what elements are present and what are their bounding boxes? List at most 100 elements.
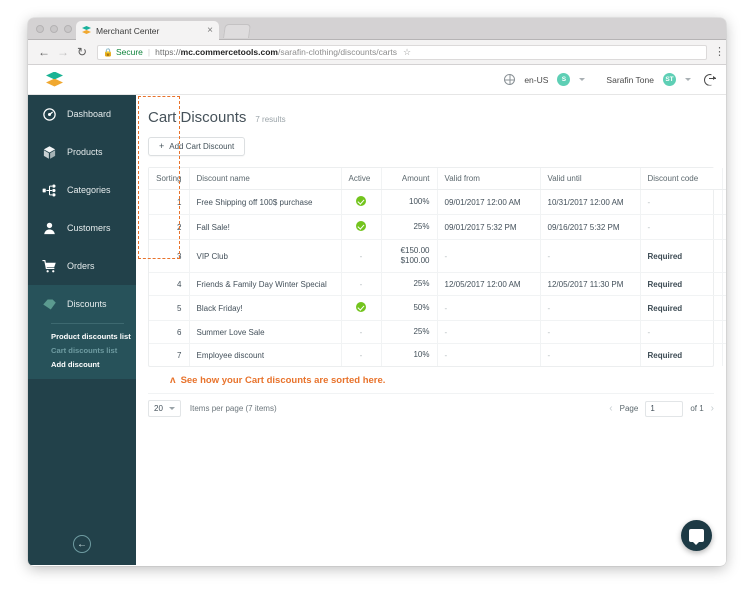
maximize-window-button[interactable] [64, 25, 72, 33]
cell-valid-from: - [437, 239, 541, 273]
sidebar-item-cart-discounts-list[interactable]: Cart discounts list [51, 343, 136, 357]
sidebar-item-dashboard[interactable]: Dashboard [28, 95, 136, 133]
reload-icon[interactable]: ↻ [74, 44, 90, 60]
close-window-button[interactable] [36, 25, 44, 33]
bookmark-star-icon[interactable]: ☆ [403, 47, 411, 58]
lock-icon: 🔒 [103, 47, 113, 57]
sidebar-collapse-button[interactable]: ← [28, 535, 136, 553]
sidebar-subnav-discounts: Product discounts list Cart discounts li… [28, 323, 136, 379]
cell-valid-from: - [437, 320, 541, 344]
cell-sorting: 3 [149, 239, 190, 273]
browser-window: Merchant Center × ← → ↻ 🔒 Secure | https… [28, 18, 726, 566]
cart-discounts-table-wrapper: Sorting Discount name Active Amount Vali… [138, 96, 726, 367]
table-row[interactable]: 3 VIP Club - €150.00 $100.00 - - Require… [149, 239, 726, 273]
amount-primary: 100% [409, 197, 430, 206]
cell-amount: 100% [381, 189, 438, 215]
cell-discount-name: Free Shipping off 100$ purchase [189, 189, 342, 215]
cell-spacer [722, 320, 726, 344]
page-navigation: ‹ Page of 1 › [609, 400, 714, 417]
amount-primary: €150.00 [400, 246, 430, 255]
table-row[interactable]: 6 Summer Love Sale - 25% - - - [149, 320, 726, 344]
cell-valid-until: - [540, 239, 641, 273]
browser-tab[interactable]: Merchant Center × [76, 21, 219, 40]
column-header-amount[interactable]: Amount [381, 168, 438, 190]
column-header-discount-code[interactable]: Discount code [640, 168, 723, 190]
user-avatar[interactable]: ST [663, 73, 676, 86]
forward-icon: → [57, 45, 69, 59]
locale-label[interactable]: en-US [524, 75, 548, 85]
sidebar-item-discounts[interactable]: Discounts [28, 285, 136, 323]
box-icon [41, 144, 57, 160]
project-chevron-down-icon[interactable] [579, 78, 586, 81]
cell-discount-code: Required [640, 272, 723, 296]
cell-sorting: 1 [149, 189, 190, 215]
items-per-page-value: 20 [154, 404, 163, 413]
logout-icon[interactable] [704, 73, 716, 86]
column-header-valid-from[interactable]: Valid from [437, 168, 541, 190]
page-title: Cart Discounts [148, 109, 247, 126]
back-icon[interactable]: ← [36, 44, 52, 60]
sidebar-item-customers[interactable]: Customers [28, 209, 136, 247]
browser-menu-icon[interactable]: ⋮ [714, 46, 725, 57]
items-per-page-label: Items per page (7 items) [189, 404, 277, 413]
sidebar-item-products[interactable]: Products [28, 133, 136, 171]
discounts-icon [41, 296, 57, 312]
table-row[interactable]: 1 Free Shipping off 100$ purchase 100% 0… [149, 189, 726, 215]
chat-bubble-icon[interactable] [681, 520, 712, 551]
column-header-active[interactable]: Active [341, 168, 382, 190]
url-path: /sarafin-clothing/discounts/carts [277, 47, 398, 57]
sidebar-item-label: Categories [67, 185, 111, 195]
cell-active [341, 189, 382, 215]
arrow-left-icon[interactable]: ← [73, 535, 91, 553]
sidebar-item-label: Products [67, 147, 103, 157]
cart-discounts-table: Sorting Discount name Active Amount Vali… [149, 168, 726, 366]
sidebar-item-add-discount[interactable]: Add discount [51, 357, 136, 371]
cell-amount: 10% [381, 343, 438, 366]
amount-primary: 25% [413, 327, 430, 336]
table-row[interactable]: 7 Employee discount - 10% - - Required [149, 343, 726, 366]
amount-primary: 10% [413, 350, 430, 359]
cell-valid-until: - [540, 343, 641, 366]
user-icon [41, 220, 57, 236]
new-tab-button[interactable] [223, 24, 251, 38]
cell-valid-until: - [540, 320, 641, 344]
cell-active [341, 295, 382, 321]
project-avatar[interactable]: S [557, 73, 571, 86]
table-row[interactable]: 4 Friends & Family Day Winter Special - … [149, 272, 726, 296]
categories-icon [41, 182, 57, 198]
window-traffic-lights[interactable] [36, 25, 72, 33]
result-count-label: 7 results [255, 115, 286, 124]
add-cart-discount-button[interactable]: + Add Cart Discount [148, 137, 246, 156]
page-number-input[interactable] [645, 400, 684, 417]
sidebar-item-product-discounts-list[interactable]: Product discounts list [51, 329, 136, 343]
minimize-window-button[interactable] [50, 25, 58, 33]
items-per-page-select[interactable]: 20 [148, 400, 181, 417]
table-row[interactable]: 5 Black Friday! 50% - - Required [149, 295, 726, 321]
cell-sorting: 7 [149, 343, 190, 366]
url-scheme: https:// [155, 47, 181, 57]
address-bar[interactable]: 🔒 Secure | https://mc.commercetools.com /… [97, 44, 707, 60]
top-bar-right: en-US S Sarafin Tone ST [504, 73, 726, 86]
cell-discount-code: Required [640, 239, 723, 273]
cell-discount-name: Summer Love Sale [189, 320, 342, 344]
sidebar-item-label: Dashboard [67, 109, 112, 119]
table-header-row: Sorting Discount name Active Amount Vali… [149, 168, 726, 190]
table-row[interactable]: 2 Fall Sale! 25% 09/01/2017 5:32 PM 09/1… [149, 214, 726, 240]
column-header-discount-name[interactable]: Discount name [189, 168, 342, 190]
globe-icon [504, 74, 516, 85]
close-tab-icon[interactable]: × [203, 25, 213, 36]
user-chevron-down-icon[interactable] [685, 78, 691, 81]
cell-discount-name: Friends & Family Day Winter Special [189, 272, 342, 296]
column-header-valid-until[interactable]: Valid until [540, 168, 641, 190]
cell-amount: 25% [381, 272, 438, 296]
sorting-annotation: ʌ See how your Cart discounts are sorted… [148, 375, 714, 386]
next-page-icon[interactable]: › [711, 403, 714, 414]
cell-discount-name: Fall Sale! [189, 214, 342, 240]
sidebar-item-categories[interactable]: Categories [28, 171, 136, 209]
column-header-sorting[interactable]: Sorting [149, 168, 190, 190]
main-inner: Cart Discounts 7 results + Add Cart Disc… [136, 95, 726, 417]
previous-page-icon[interactable]: ‹ [609, 403, 612, 414]
sidebar-item-orders[interactable]: Orders [28, 247, 136, 285]
browser-tab-title: Merchant Center [96, 25, 160, 36]
commercetools-logo-icon[interactable] [28, 65, 80, 95]
